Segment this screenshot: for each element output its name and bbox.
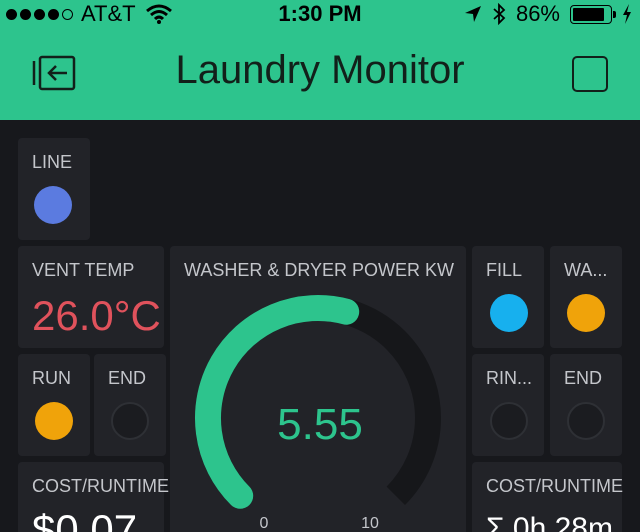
vent-temp-label: VENT TEMP [32,260,135,280]
gauge-value: 5.55 [277,400,363,449]
cost-runtime-value-left: $0.07 [32,506,138,532]
run-label: RUN [32,368,71,388]
line-label: LINE [32,152,73,172]
vent-temp-tile: VENT TEMP 26.0°C [18,246,164,348]
fill-label: FILL [486,260,523,280]
run-tile: RUN [18,354,90,456]
app-header: Laundry Monitor [0,28,640,120]
battery-level [573,7,604,21]
wash-led [567,294,605,332]
rinse-tile: RIN... [472,354,544,456]
cost-runtime-tile-left: COST/RUNTIME $0.07 [18,462,169,532]
status-bar: AT&T 1:30 PM 86% [0,0,640,28]
gauge-min: 0 [260,515,269,532]
bluetooth-icon [493,3,506,25]
end-tile-left: END [94,354,166,456]
wash-label: WA... [564,260,608,280]
battery-percent: 86% [515,1,560,26]
power-gauge: 5.55 0 10 [194,295,441,532]
wash-tile: WA... [550,246,622,348]
line-led [34,186,72,224]
charging-bolt-icon [623,4,631,24]
line-tile: LINE [18,138,90,240]
page-title: Laundry Monitor [175,48,465,92]
end-led-right [567,402,605,440]
cost-runtime-label-left: COST/RUNTIME [32,476,169,496]
end-label-left: END [108,368,147,388]
location-arrow-icon [464,6,481,22]
gauge-max: 10 [361,515,379,532]
status-right: 86% [464,1,632,27]
battery-icon [570,4,616,24]
cost-runtime-value-right: Σ 0h 28m [486,512,613,532]
vent-temp-value: 26.0°C [32,292,161,339]
run-led [35,402,73,440]
rinse-led [490,402,528,440]
end-tile-right: END [550,354,622,456]
fill-tile: FILL [472,246,544,348]
power-gauge-tile: WASHER & DRYER POWER KW 5.55 0 10 [170,246,466,532]
end-led-left [111,402,149,440]
stop-button[interactable] [572,56,608,92]
rinse-label: RIN... [486,368,533,388]
cost-runtime-tile-right: COST/RUNTIME Σ 0h 28m [472,462,623,532]
fill-led [490,294,528,332]
end-label-right: END [564,368,603,388]
cost-runtime-label-right: COST/RUNTIME [486,476,623,496]
